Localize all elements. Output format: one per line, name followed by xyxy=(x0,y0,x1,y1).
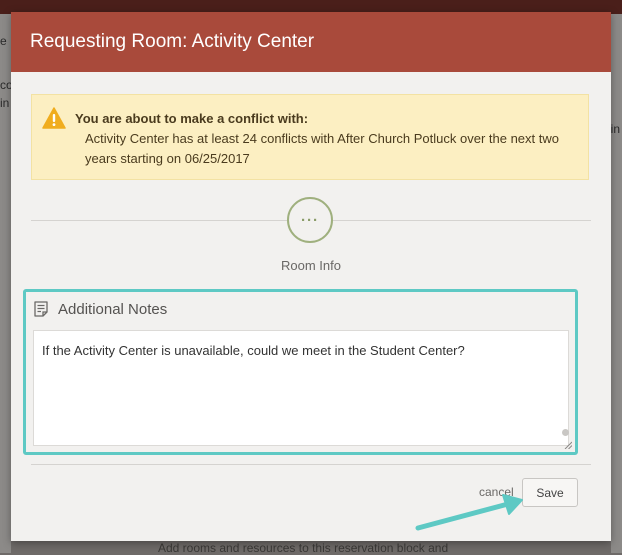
alert-message: Activity Center has at least 24 conflict… xyxy=(85,131,559,166)
additional-notes-panel: Additional Notes If the Activity Center … xyxy=(23,289,578,455)
annotation-arrow-icon xyxy=(415,494,523,531)
modal-header: Requesting Room: Activity Center xyxy=(11,12,611,72)
notes-text: If the Activity Center is unavailable, c… xyxy=(42,343,465,358)
background-text-fragment: in xyxy=(0,96,10,110)
background-left-strip: e co in xyxy=(0,14,13,553)
resize-handle-icon[interactable] xyxy=(564,441,572,449)
footer-divider xyxy=(31,464,591,465)
notes-textarea[interactable]: If the Activity Center is unavailable, c… xyxy=(33,330,569,446)
notes-title: Additional Notes xyxy=(58,301,168,318)
scroll-indicator xyxy=(562,429,569,436)
alert-title: You are about to make a conflict with: xyxy=(75,111,309,126)
conflict-alert: You are about to make a conflict with: A… xyxy=(31,94,589,180)
warning-icon xyxy=(42,107,66,129)
notes-icon xyxy=(34,301,48,317)
background-text-fragment: e xyxy=(0,34,7,48)
step-label: Room Info xyxy=(281,258,341,273)
step-indicator[interactable]: ··· xyxy=(287,197,333,243)
request-room-modal: Requesting Room: Activity Center You are… xyxy=(11,12,611,541)
modal-title: Requesting Room: Activity Center xyxy=(30,31,315,52)
background-right-strip: lin xyxy=(608,14,622,553)
step-indicator-dots: ··· xyxy=(301,211,319,229)
save-button[interactable]: Save xyxy=(522,478,578,507)
